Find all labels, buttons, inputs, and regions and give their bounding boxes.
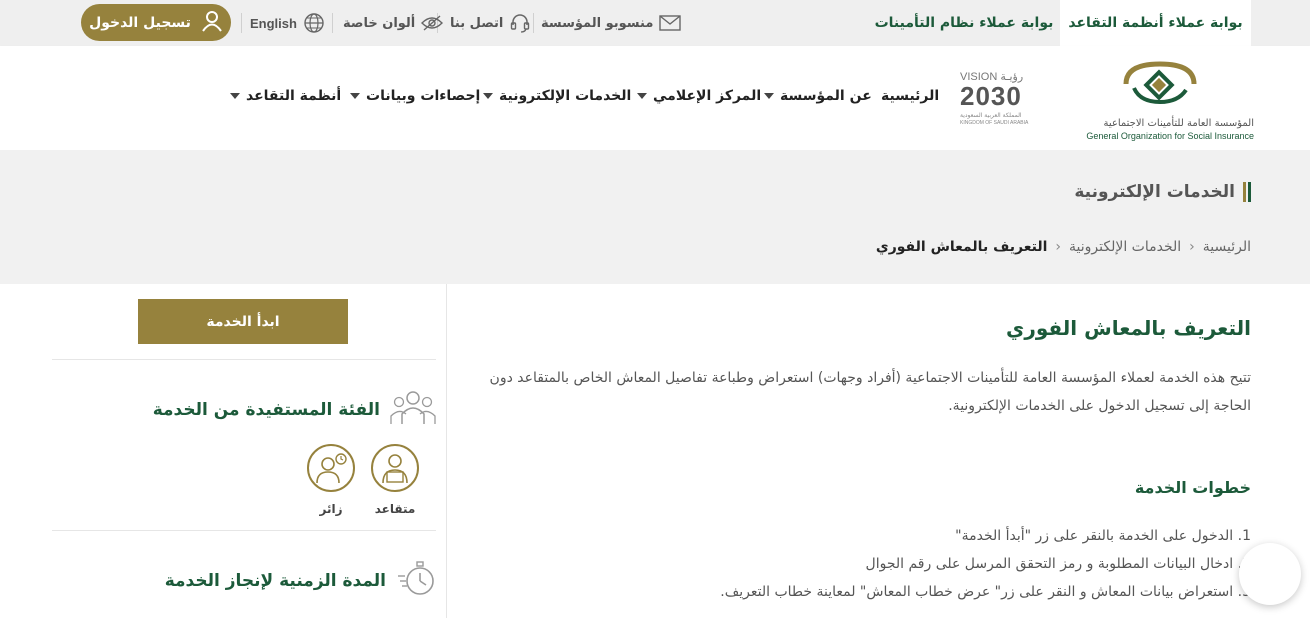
chevron-down-icon xyxy=(230,93,240,99)
chevron-down-icon xyxy=(637,93,647,99)
service-description: تتيح هذه الخدمة لعملاء المؤسسة العامة لل… xyxy=(489,370,1251,414)
duration-heading: المدة الزمنية لإنجاز الخدمة xyxy=(165,558,436,603)
beneficiary-title: الفئة المستفيدة من الخدمة xyxy=(152,399,380,420)
nav-retirement-systems[interactable]: أنظمة التقاعد xyxy=(230,86,341,106)
breadcrumb-e-services[interactable]: الخدمات الإلكترونية xyxy=(1069,239,1181,255)
beneficiary-heading: الفئة المستفيدة من الخدمة xyxy=(153,388,436,431)
breadcrumb-current: التعريف بالمعاش الفوري xyxy=(875,239,1048,255)
chevron-down-icon xyxy=(350,93,360,99)
floating-chat-button[interactable] xyxy=(1239,543,1301,605)
staff-link[interactable]: منسوبو المؤسسة xyxy=(541,12,682,34)
gosi-name-ar: المؤسسة العامة للتأمينات الاجتماعية xyxy=(1103,118,1254,129)
login-button[interactable]: تسجيل الدخول xyxy=(81,4,231,41)
nav-home-label: الرئيسية xyxy=(881,88,940,104)
breadcrumb-separator-icon: ‹ xyxy=(1055,239,1061,255)
tab-retirement-portal[interactable]: بوابة عملاء أنظمة التقاعد xyxy=(1060,0,1251,46)
breadcrumb-separator-icon: ‹ xyxy=(1189,239,1195,255)
page-heading-band: الخدمات الإلكترونية الرئيسية ‹ الخدمات ا… xyxy=(0,150,1310,284)
vision-2030-logo: VISION رؤيـة 2030 المملكة العربية السعود… xyxy=(956,70,1042,130)
retiree-icon xyxy=(371,444,419,492)
stopwatch-icon xyxy=(396,558,436,603)
duration-title: المدة الزمنية لإنجاز الخدمة xyxy=(164,570,386,591)
steps-title: خطوات الخدمة xyxy=(1134,478,1251,497)
section-title: الخدمات الإلكترونية xyxy=(1074,182,1251,202)
section-title-text: الخدمات الإلكترونية xyxy=(1074,182,1235,202)
vision-caption-en: KINGDOM OF SAUDI ARABIA xyxy=(960,120,1029,126)
vision-year: 2030 xyxy=(960,81,1022,111)
steps-list: 1. الدخول على الخدمة بالنقر على زر "أبدأ… xyxy=(551,522,1251,606)
start-service-button[interactable]: ابدأ الخدمة xyxy=(138,299,348,344)
nav-statistics[interactable]: إحصاءات وبيانات xyxy=(350,86,480,106)
globe-icon xyxy=(303,12,325,34)
special-colors-link[interactable]: ألوان خاصة xyxy=(343,12,444,34)
special-colors-label: ألوان خاصة xyxy=(343,15,416,31)
eye-slash-icon xyxy=(421,15,444,31)
language-label: English xyxy=(250,15,297,31)
nav-media-label: المركز الإعلامي xyxy=(653,88,762,104)
beneficiary-visitor: زائر xyxy=(306,444,356,516)
login-label: تسجيل الدخول xyxy=(89,14,191,31)
beneficiary-label: متقاعد xyxy=(374,502,416,516)
nav-e-services-label: الخدمات الإلكترونية xyxy=(499,88,632,104)
step-item: 2. ادخال البيانات المطلوبة و رمز التحقق … xyxy=(865,556,1251,572)
gosi-logo[interactable]: المؤسسة العامة للتأمينات الاجتماعية Gene… xyxy=(1064,60,1254,141)
visitor-icon xyxy=(307,444,355,492)
step-item: 3. استعراض بيانات المعاش و النقر على زر"… xyxy=(720,584,1251,600)
nav-about[interactable]: عن المؤسسة xyxy=(764,86,872,106)
chevron-down-icon xyxy=(483,93,493,99)
nav-media-center[interactable]: المركز الإعلامي xyxy=(637,86,761,106)
title-accent-icon xyxy=(1243,182,1251,202)
chevron-down-icon xyxy=(764,93,774,99)
staff-link-label: منسوبو المؤسسة xyxy=(541,15,654,31)
util-divider xyxy=(533,13,534,33)
util-divider xyxy=(332,13,333,33)
page-title: التعريف بالمعاش الفوري xyxy=(1006,316,1251,340)
side-divider xyxy=(52,530,436,531)
envelope-icon xyxy=(659,15,682,31)
main-header: المؤسسة العامة للتأمينات الاجتماعية Gene… xyxy=(0,46,1310,150)
headset-icon xyxy=(509,13,531,33)
breadcrumb-home[interactable]: الرئيسية xyxy=(1203,239,1251,255)
nav-e-services[interactable]: الخدمات الإلكترونية xyxy=(483,86,631,106)
beneficiary-retiree: متقاعد xyxy=(370,444,420,516)
contact-link[interactable]: اتصل بنا xyxy=(450,12,531,34)
util-divider xyxy=(241,13,242,33)
breadcrumb: الرئيسية ‹ الخدمات الإلكترونية ‹ التعريف… xyxy=(876,239,1251,255)
step-item: 1. الدخول على الخدمة بالنقر على زر "أبدأ… xyxy=(955,528,1251,544)
group-users-icon xyxy=(390,388,436,431)
nav-statistics-label: إحصاءات وبيانات xyxy=(366,88,481,104)
side-divider xyxy=(52,359,436,360)
beneficiary-label: زائر xyxy=(319,502,343,516)
gosi-emblem-icon xyxy=(1123,61,1197,105)
vision-caption-ar: المملكة العربية السعودية xyxy=(960,112,1022,119)
nav-about-label: عن المؤسسة xyxy=(780,88,872,104)
top-bar: بوابة عملاء أنظمة التقاعد بوابة عملاء نظ… xyxy=(0,0,1310,46)
contact-link-label: اتصل بنا xyxy=(450,15,504,31)
gosi-name-en: General Organization for Social Insuranc… xyxy=(1086,131,1254,141)
nav-home[interactable]: الرئيسية xyxy=(881,86,939,106)
tab-insurance-portal[interactable]: بوابة عملاء نظام التأمينات xyxy=(868,0,1060,46)
user-icon xyxy=(201,10,223,36)
language-switch[interactable]: English xyxy=(250,12,325,34)
column-divider xyxy=(446,284,447,618)
nav-retirement-label: أنظمة التقاعد xyxy=(246,88,342,104)
